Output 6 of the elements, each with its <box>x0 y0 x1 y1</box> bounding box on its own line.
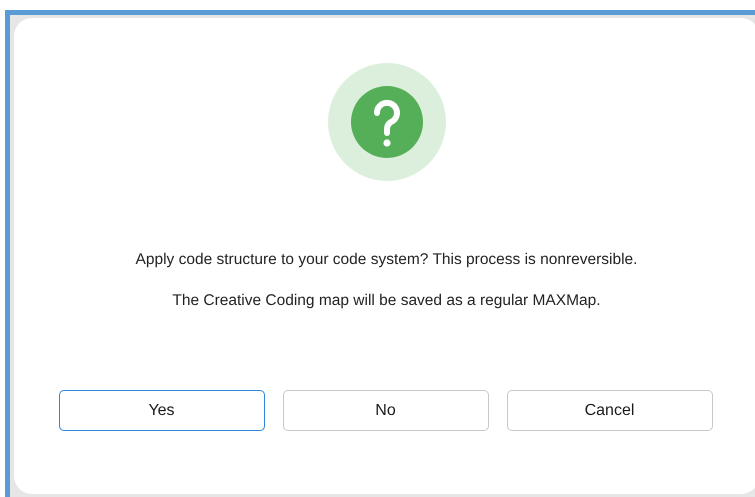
message-text: Apply code structure to your code system? This process is nonreversible. <box>136 251 638 269</box>
dialog-button[interactable]: No <box>282 390 488 431</box>
message-text: The Creative Coding map will be saved as a regular MAXMap. <box>172 292 601 310</box>
dialog-button[interactable]: Yes <box>58 390 264 431</box>
question-icon <box>328 63 446 181</box>
dialog-button[interactable]: Cancel <box>506 390 712 431</box>
